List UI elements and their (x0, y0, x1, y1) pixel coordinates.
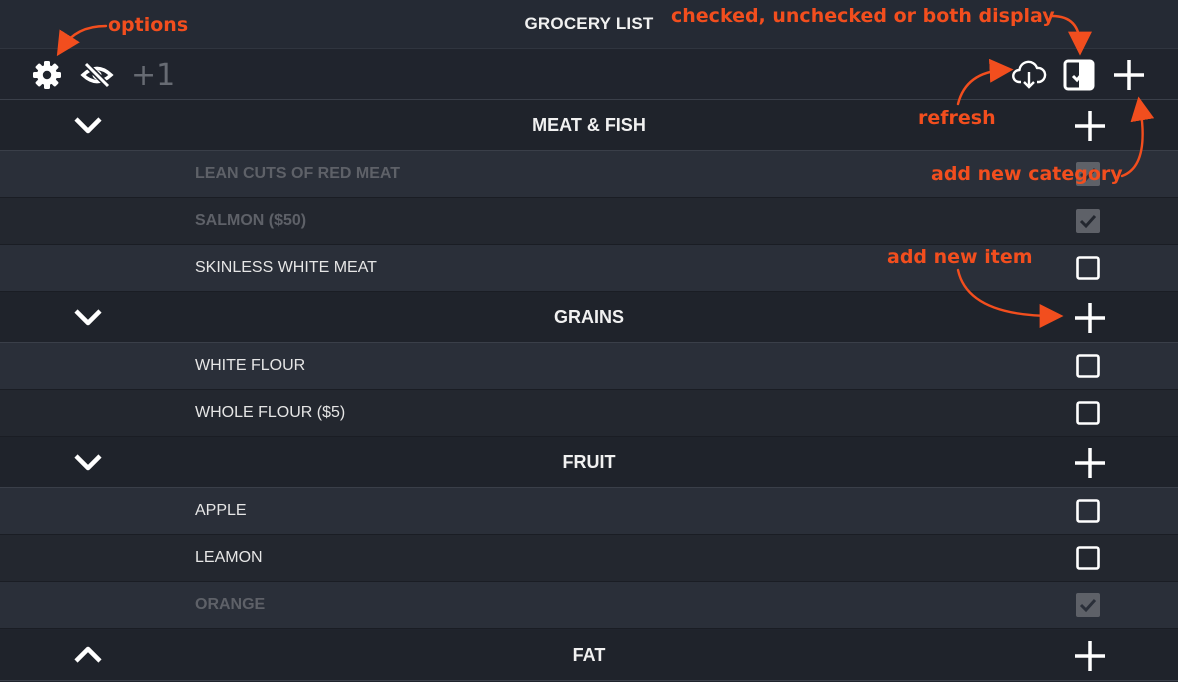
annotation-add-item: add new item (887, 246, 1033, 268)
item-label: WHITE FLOUR (195, 357, 306, 374)
display-toggle-icon[interactable] (1063, 59, 1095, 91)
annotation-refresh: refresh (918, 107, 996, 129)
category-title: MEAT & FISH (532, 115, 646, 135)
add-item-button[interactable] (1073, 109, 1107, 143)
category-title: GRAINS (553, 307, 624, 327)
list-item[interactable]: SALMON ($50) (0, 198, 1178, 245)
item-label: LEAMON (195, 549, 263, 566)
category-header: GRAINS (0, 292, 1178, 343)
list-item[interactable]: APPLE (0, 488, 1178, 535)
annotation-display: checked, unchecked or both display (671, 5, 1055, 27)
category-title: FRUIT (562, 452, 616, 472)
add-item-button[interactable] (1073, 446, 1107, 480)
list-item[interactable]: WHOLE FLOUR ($5) (0, 390, 1178, 437)
cloud-download-icon[interactable] (1011, 58, 1047, 90)
annotation-add-category: add new category (931, 163, 1123, 185)
checkbox-unchecked[interactable] (1076, 499, 1100, 523)
item-label: SKINLESS WHITE MEAT (195, 259, 377, 276)
checkbox-checked[interactable] (1076, 593, 1100, 617)
checkbox-unchecked[interactable] (1076, 354, 1100, 378)
checkbox-unchecked[interactable] (1076, 401, 1100, 425)
checkbox-checked[interactable] (1076, 209, 1100, 233)
checkbox-unchecked[interactable] (1076, 546, 1100, 570)
list-item[interactable]: WHITE FLOUR (0, 343, 1178, 390)
toolbar (0, 49, 1178, 100)
gear-icon[interactable] (31, 59, 63, 91)
add-item-button[interactable] (1073, 639, 1107, 673)
category-title: FAT (572, 645, 606, 665)
list-item[interactable]: LEAMON (0, 535, 1178, 582)
add-item-button[interactable] (1073, 301, 1107, 335)
add-category-button[interactable] (1112, 58, 1146, 92)
category-header: FRUIT (0, 437, 1178, 488)
eye-slash-icon[interactable] (80, 60, 114, 90)
pending-count: +1 (131, 58, 176, 93)
item-label: WHOLE FLOUR ($5) (195, 404, 346, 421)
category-header: FAT (0, 630, 1178, 681)
item-label: SALMON ($50) (195, 212, 307, 229)
item-label: ORANGE (195, 596, 266, 613)
category-header: MEAT & FISH (0, 100, 1178, 151)
checkbox-unchecked[interactable] (1076, 256, 1100, 280)
item-label: APPLE (195, 502, 247, 519)
list-item[interactable]: ORANGE (0, 582, 1178, 629)
item-label: LEAN CUTS OF RED MEAT (195, 165, 401, 182)
annotation-options: options (108, 14, 189, 36)
